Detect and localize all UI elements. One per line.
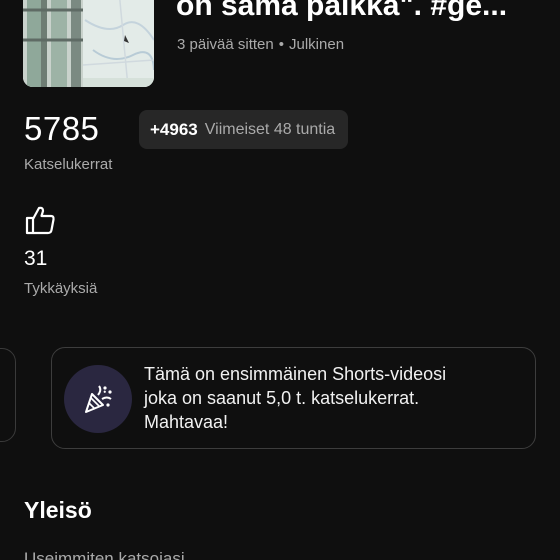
video-meta: 3 päivää sitten • Julkinen <box>177 36 344 53</box>
thumbs-up-icon <box>25 206 55 235</box>
video-thumbnail[interactable] <box>23 0 154 87</box>
likes-label: Tykkäyksiä <box>24 280 98 297</box>
video-visibility: Julkinen <box>289 36 345 53</box>
map-thumbnail-image <box>23 0 154 87</box>
party-popper-icon <box>85 385 112 413</box>
views-delta: +4963 <box>150 119 198 139</box>
milestone-icon-circle <box>64 365 132 433</box>
milestone-line: joka on saanut 5,0 t. katselukerrat. <box>144 388 420 408</box>
audience-title: Yleisö <box>24 497 92 523</box>
screen: on sama paikka". #ge... 3 päivää sitten •… <box>0 0 560 560</box>
views-count: 5785 <box>24 110 100 147</box>
video-title: on sama paikka". #ge... <box>176 0 508 22</box>
milestone-line: Tämä on ensimmäinen Shorts-videosi <box>144 364 447 384</box>
video-age: 3 päivää sitten <box>177 36 274 53</box>
meta-separator: • <box>278 36 284 53</box>
views-delta-period: Viimeiset 48 tuntia <box>204 120 336 138</box>
milestone-text: Tämä on ensimmäinen Shorts-videosi joka … <box>144 362 524 434</box>
likes-count: 31 <box>24 247 48 270</box>
views-label: Katselukerrat <box>24 156 113 173</box>
previous-card[interactable] <box>0 348 16 442</box>
audience-subtitle: Useimmiten katsojasi <box>24 549 185 560</box>
views-delta-chip: +4963 Viimeiset 48 tuntia <box>139 110 349 149</box>
milestone-card[interactable]: Tämä on ensimmäinen Shorts-videosi joka … <box>51 347 536 449</box>
milestone-line: Mahtavaa! <box>144 412 229 432</box>
